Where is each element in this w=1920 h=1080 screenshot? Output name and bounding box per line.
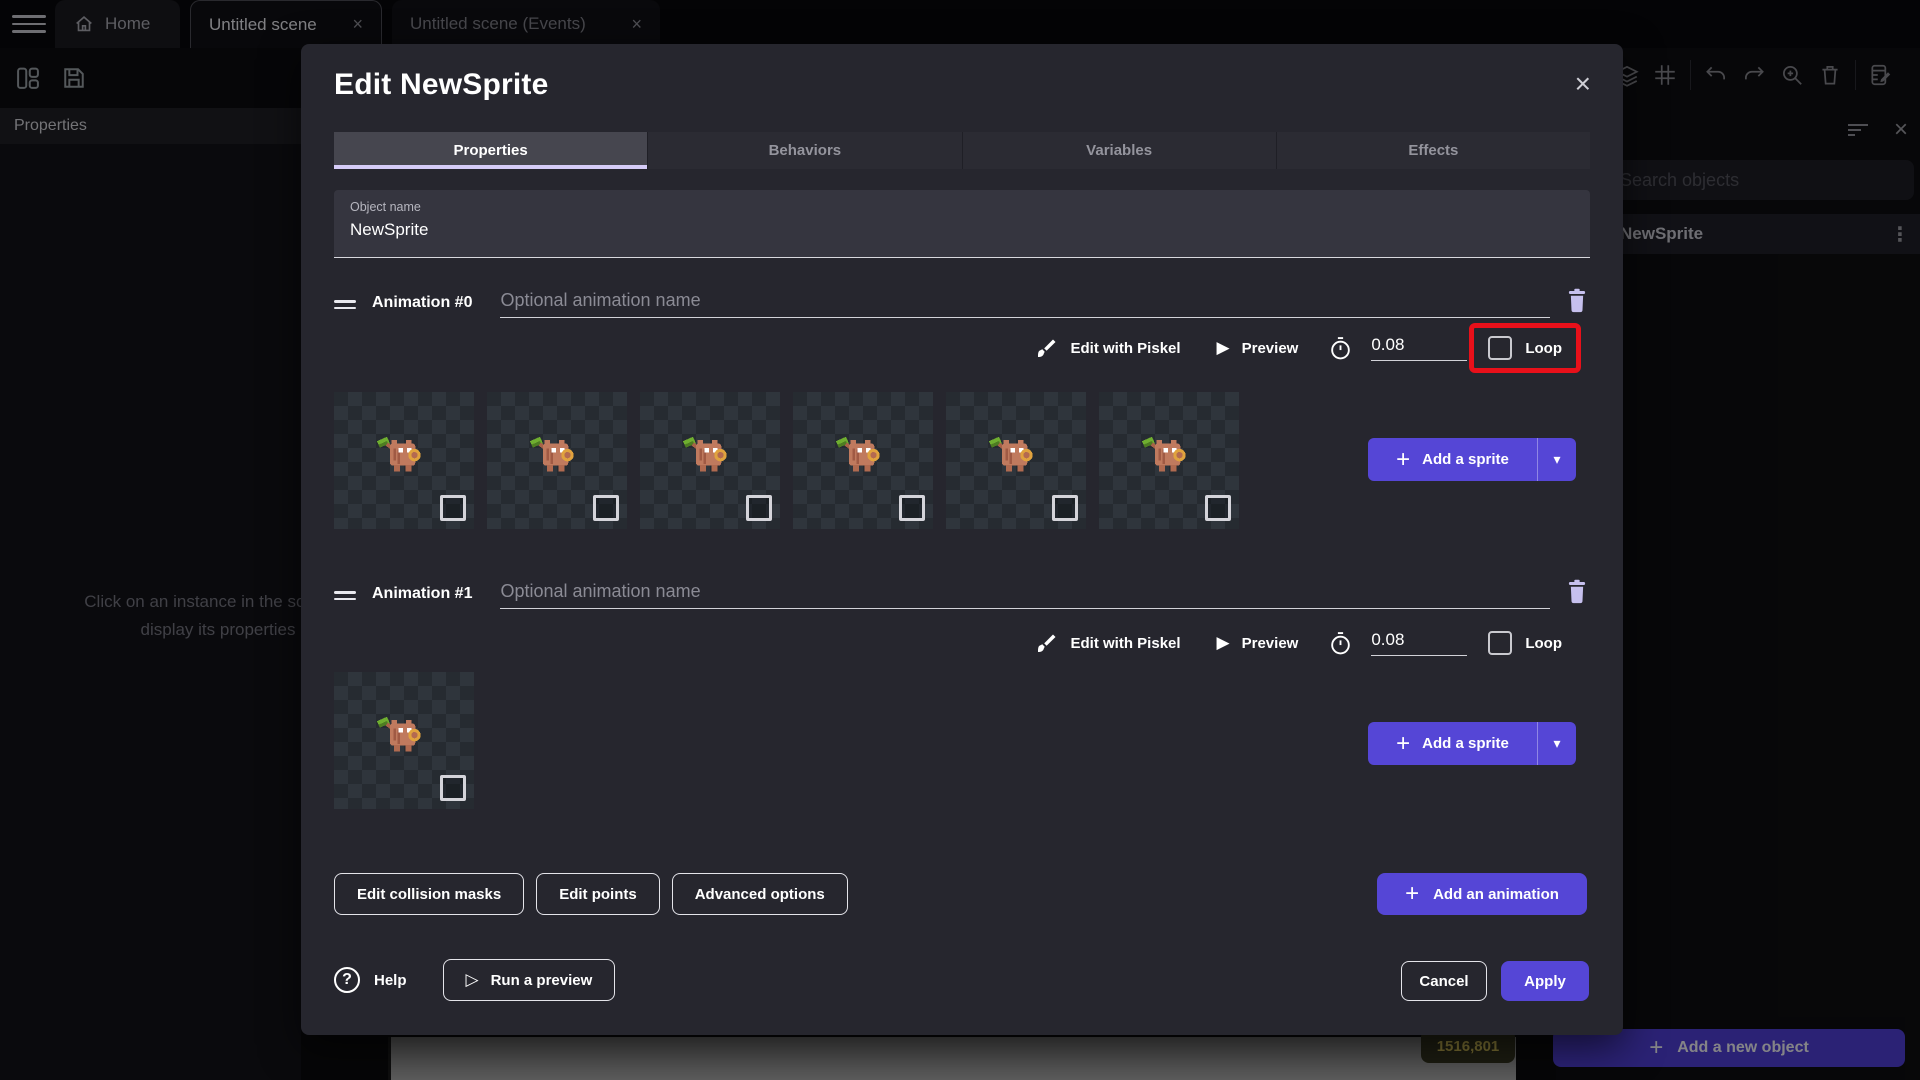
time-between-frames-input[interactable] [1371,335,1468,360]
plus-icon: + [1405,880,1420,907]
play-outline-icon: ▷ [465,970,479,989]
object-name-field: Object name [334,190,1590,258]
preview-button[interactable]: Preview [1242,635,1299,652]
tab-properties[interactable]: Properties [334,132,648,169]
sprite-frame-thumbnail[interactable] [334,672,474,809]
help-button[interactable]: Help [374,972,407,989]
stopwatch-icon [1331,631,1351,654]
edit-points-button[interactable]: Edit points [536,873,660,915]
dialog-title: Edit NewSprite [334,68,549,101]
animation-label: Animation #1 [372,585,473,602]
preview-button[interactable]: Preview [1242,340,1299,357]
loop-label: Loop [1525,634,1562,652]
play-icon: ▶ [1216,338,1230,357]
loop-label: Loop [1525,339,1562,357]
advanced-options-button[interactable]: Advanced options [671,873,848,915]
loop-highlight-box: Loop [1469,323,1581,373]
sprite-frame-thumbnail[interactable] [487,392,627,529]
sprite-frame-thumbnail[interactable] [793,392,933,529]
loop-checkbox[interactable] [1488,336,1513,360]
chevron-down-icon[interactable]: ▾ [1538,451,1576,468]
loop-checkbox[interactable] [1488,631,1513,655]
object-name-label: Object name [350,200,421,214]
pig-sprite-image [376,716,421,752]
edit-sprite-dialog: Edit NewSprite × Properties Behaviors Va… [301,44,1623,1035]
frame-select-checkbox[interactable] [899,495,925,521]
edit-collision-masks-button[interactable]: Edit collision masks [334,873,525,915]
sprite-frame-thumbnail[interactable] [946,392,1086,529]
pig-sprite-image [682,436,727,472]
tab-variables[interactable]: Variables [961,132,1276,169]
frame-select-checkbox[interactable] [1205,495,1231,521]
stopwatch-icon [1331,336,1351,359]
frame-select-checkbox[interactable] [1052,495,1078,521]
plus-icon: + [1396,445,1411,473]
animation-1-frames [334,672,474,809]
loop-group: Loop [1469,618,1581,668]
frame-select-checkbox[interactable] [440,775,466,801]
animation-0-frames [334,392,1239,529]
animation-0-header: Animation #0 [334,282,1590,318]
sprite-frame-thumbnail[interactable] [1099,392,1239,529]
frame-select-checkbox[interactable] [593,495,619,521]
delete-animation-icon[interactable] [1564,286,1590,314]
drag-handle-icon[interactable] [334,296,356,309]
chevron-down-icon[interactable]: ▾ [1538,735,1576,752]
drag-handle-icon[interactable] [334,587,356,600]
frame-select-checkbox[interactable] [440,495,466,521]
time-between-frames-input[interactable] [1371,630,1468,655]
animation-label: Animation #0 [372,294,473,311]
animation-1-header: Animation #1 [334,573,1590,609]
animation-name-input[interactable] [500,290,1550,317]
pig-sprite-image [988,436,1033,472]
animation-1-controls: Edit with Piskel ▶ Preview Loop [1035,618,1581,668]
gdevelop-window: Home Untitled scene × Untitled scene (Ev… [0,0,1920,1080]
sprite-frame-thumbnail[interactable] [640,392,780,529]
sprite-frame-thumbnail[interactable] [334,392,474,529]
pig-sprite-image [376,436,421,472]
animation-0-controls: Edit with Piskel ▶ Preview Loop [1035,323,1581,373]
run-preview-button[interactable]: ▷ Run a preview [442,959,616,1001]
help-icon[interactable]: ? [334,967,360,993]
add-animation-button[interactable]: + Add an animation [1377,873,1587,915]
edit-with-piskel-button[interactable]: Edit with Piskel [1071,635,1181,652]
frame-select-checkbox[interactable] [746,495,772,521]
add-sprite-button[interactable]: + Add a sprite ▾ [1368,438,1576,481]
object-name-input[interactable] [350,220,1574,240]
cancel-button[interactable]: Cancel [1401,961,1487,1001]
paintbrush-icon [1037,634,1056,652]
tab-behaviors[interactable]: Behaviors [647,132,961,169]
dialog-footer: ? Help ▷ Run a preview [334,959,616,1001]
sprite-tools: Edit collision masks Edit points Advance… [334,873,848,915]
pig-sprite-image [1141,436,1186,472]
pig-sprite-image [529,436,574,472]
add-sprite-button[interactable]: + Add a sprite ▾ [1368,722,1576,765]
apply-button[interactable]: Apply [1501,961,1589,1001]
paintbrush-icon [1037,339,1056,357]
play-icon: ▶ [1216,633,1230,652]
delete-animation-icon[interactable] [1564,577,1590,605]
plus-icon: + [1396,729,1411,757]
close-dialog-icon[interactable]: × [1575,70,1591,98]
tab-effects[interactable]: Effects [1275,132,1590,169]
edit-with-piskel-button[interactable]: Edit with Piskel [1071,340,1181,357]
animation-name-input[interactable] [500,581,1550,608]
dialog-tab-bar: Properties Behaviors Variables Effects [334,132,1590,169]
pig-sprite-image [835,436,880,472]
